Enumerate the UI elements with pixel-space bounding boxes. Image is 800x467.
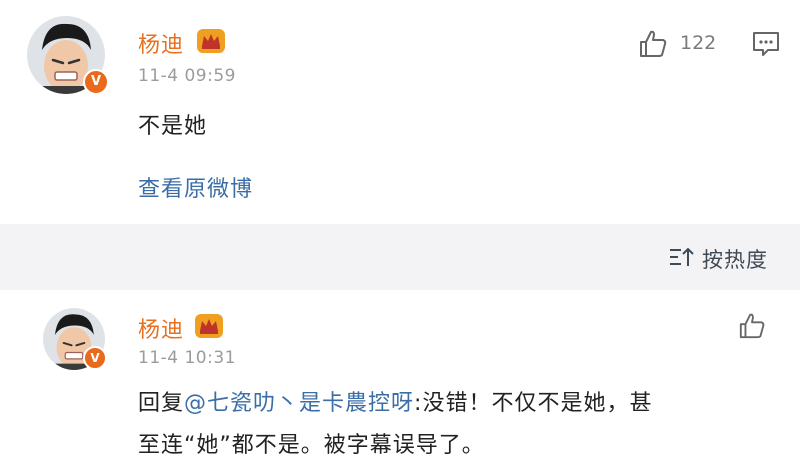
reply-like-icon[interactable] bbox=[738, 312, 766, 340]
sort-bar: 按热度 bbox=[0, 224, 800, 290]
reply-text-line2: 至连“她”都不是。被字幕误导了。 bbox=[138, 433, 485, 458]
crown-icon bbox=[197, 29, 225, 53]
like-count: 122 bbox=[680, 32, 717, 54]
view-original-link[interactable]: 查看原微博 bbox=[138, 171, 253, 203]
reply-verified-badge: V bbox=[83, 346, 107, 370]
reply-text-line1: 回复@七瓷叻丶是卡農控呀:没错！不仅不是她，甚 bbox=[138, 385, 652, 417]
comment-text: 不是她 bbox=[138, 114, 208, 139]
reply-prefix: 回复 bbox=[138, 391, 185, 416]
comment-time: 11-4 09:59 bbox=[138, 66, 236, 86]
reply-text-rest: :没错！不仅不是她，甚 bbox=[414, 391, 653, 416]
sort-icon[interactable] bbox=[668, 246, 694, 268]
verified-badge: V bbox=[83, 69, 109, 95]
reply-crown-icon bbox=[195, 314, 223, 338]
reply-time: 11-4 10:31 bbox=[138, 348, 236, 368]
sort-by-hot[interactable]: 按热度 bbox=[702, 244, 768, 274]
reply-card: V 杨迪 11-4 10:31 回复@七瓷叻丶是卡農控呀:没错！不仅不是她，甚 … bbox=[0, 290, 800, 467]
like-icon[interactable] bbox=[638, 29, 668, 59]
comment-icon[interactable] bbox=[752, 31, 780, 57]
mention-link[interactable]: @七瓷叻丶是卡農控呀 bbox=[184, 391, 414, 416]
comment-card: V 杨迪 11-4 09:59 不是她 查看原微博 122 bbox=[0, 0, 800, 224]
reply-author-name[interactable]: 杨迪 bbox=[138, 312, 184, 344]
author-name[interactable]: 杨迪 bbox=[138, 27, 184, 59]
